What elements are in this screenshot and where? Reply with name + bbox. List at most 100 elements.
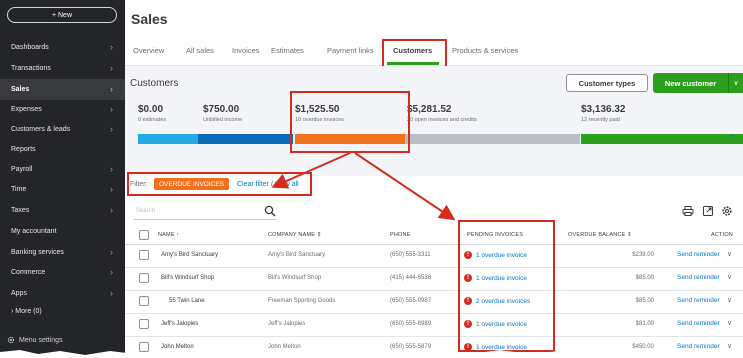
search-icon[interactable] (264, 205, 276, 217)
column-header-phone: PHONE (390, 232, 411, 238)
tab-products-services[interactable]: Products & services (452, 46, 518, 55)
stat-amount: $750.00 (203, 104, 240, 115)
tab-all-sales[interactable]: All sales (186, 46, 214, 55)
sidebar-item-my-accountant[interactable]: My accountant (0, 221, 125, 242)
highlight-box-overdue-stat (290, 91, 410, 153)
stat-amount: $5,281.52 (407, 104, 452, 115)
row-checkbox[interactable] (139, 273, 149, 283)
send-reminder-link[interactable]: Send reminder (677, 251, 720, 258)
sidebar-item-label: Apps (11, 290, 27, 297)
tab-invoices[interactable]: Invoices (232, 46, 260, 55)
table-row[interactable]: Jeff's Jalopies Jeff's Jalopies (650) 55… (125, 314, 743, 337)
chevron-right-icon: › (110, 84, 113, 94)
chevron-right-icon: › (110, 63, 113, 73)
tab-payment-links[interactable]: Payment links (327, 46, 374, 55)
company-name: Amy's Bird Sanctuary (268, 252, 326, 258)
chevron-down-icon[interactable]: ∨ (727, 296, 732, 304)
customer-name[interactable]: Amy's Bird Sanctuary (161, 252, 218, 258)
phone-number: (650) 555-0987 (390, 298, 432, 304)
chevron-right-icon: › (110, 184, 113, 194)
sidebar-item-banking-services[interactable]: Banking services › (0, 242, 125, 263)
column-header-overdue-balance[interactable]: OVERDUE BALANCE ⇕ (568, 232, 632, 238)
chevron-right-icon: › (110, 42, 113, 52)
sidebar-item-label: Commerce (11, 269, 46, 276)
sidebar-item-label: Expenses (11, 106, 42, 113)
chevron-down-icon[interactable]: ∨ (727, 250, 732, 258)
new-customer-button[interactable]: New customer (653, 73, 728, 93)
sidebar-item-payroll[interactable]: Payroll › (0, 159, 125, 180)
table-header: NAME ↑ COMPANY NAME ⇕ PHONE PENDING INVO… (125, 225, 743, 245)
sidebar-item-label: Banking services (11, 249, 64, 256)
table-row[interactable]: Bill's Windsurf Shop Bill's Windsurf Sho… (125, 268, 743, 291)
export-icon[interactable] (702, 205, 714, 217)
sidebar-item-label: Time (11, 186, 27, 193)
sidebar-item-sales[interactable]: Sales › (0, 79, 125, 100)
gear-icon[interactable] (721, 205, 733, 217)
sidebar-item-label: Dashboards (11, 44, 49, 51)
torn-edge (0, 350, 743, 358)
sidebar-item-time[interactable]: Time › (0, 179, 125, 200)
stat-unbilled-income[interactable]: $750.00 Unbilled income (203, 104, 242, 123)
sidebar-item-label: › More (0) (11, 308, 42, 315)
search-input[interactable]: Search (136, 208, 155, 214)
sidebar-item-label: Payroll (11, 166, 33, 173)
sidebar-item-commerce[interactable]: Commerce › (0, 262, 125, 283)
phone-number: (650) 555-3311 (390, 252, 431, 258)
stat-amount: $3,136.32 (581, 104, 626, 115)
overdue-balance: $239.00 (632, 252, 654, 258)
customer-name[interactable]: Bill's Windsurf Shop (161, 275, 214, 281)
customers-heading: Customers (130, 78, 179, 89)
collapse-caret-icon[interactable]: ^ (730, 133, 734, 142)
row-checkbox[interactable] (139, 296, 149, 306)
sidebar-item-expenses[interactable]: Expenses › (0, 99, 125, 120)
stat-estimates[interactable]: $0.00 0 estimates (138, 104, 166, 123)
chevron-down-icon[interactable]: ∨ (728, 73, 743, 93)
stat-label: Unbilled income (203, 117, 243, 123)
highlight-box-pending-invoices (458, 220, 555, 352)
send-reminder-link[interactable]: Send reminder (677, 297, 720, 304)
money-bar-estimates[interactable] (138, 134, 198, 144)
column-header-name[interactable]: NAME ↑ (158, 232, 179, 238)
phone-number: (650) 555-8989 (390, 321, 432, 327)
customer-name[interactable]: Jeff's Jalopies (161, 321, 198, 327)
money-bar-unbilled[interactable] (198, 134, 293, 144)
gear-icon (7, 336, 15, 344)
customer-types-button[interactable]: Customer types (566, 74, 648, 92)
sidebar-item-label: Reports (11, 146, 36, 153)
column-header-company[interactable]: COMPANY NAME ⇕ (268, 232, 322, 238)
menu-settings-link[interactable]: Menu settings (7, 336, 63, 344)
sidebar-item-taxes[interactable]: Taxes › (0, 200, 125, 221)
table-row[interactable]: 55 Twin Lane Freeman Sporting Goods (650… (125, 291, 743, 314)
chevron-right-icon: › (110, 247, 113, 257)
tab-estimates[interactable]: Estimates (271, 46, 304, 55)
sidebar-item-reports[interactable]: Reports (0, 139, 125, 160)
highlight-box-filter (127, 172, 312, 196)
table-row[interactable]: Amy's Bird Sanctuary Amy's Bird Sanctuar… (125, 245, 743, 268)
select-all-checkbox[interactable] (139, 230, 149, 240)
new-button[interactable]: + New (7, 7, 117, 23)
sidebar-item-customers-leads[interactable]: Customers & leads › (0, 119, 125, 140)
send-reminder-link[interactable]: Send reminder (677, 274, 720, 281)
chevron-down-icon[interactable]: ∨ (727, 319, 732, 327)
stat-label: 20 open invoices and credits (407, 117, 477, 123)
row-checkbox[interactable] (139, 319, 149, 329)
chevron-down-icon[interactable]: ∨ (727, 273, 732, 281)
money-bar-paid[interactable] (581, 134, 743, 144)
row-checkbox[interactable] (139, 250, 149, 260)
tab-overview[interactable]: Overview (133, 46, 164, 55)
sidebar-item-more[interactable]: › More (0) (0, 301, 125, 322)
stat-recently-paid[interactable]: $3,136.32 12 recently paid (581, 104, 626, 123)
customer-name[interactable]: 55 Twin Lane (169, 298, 205, 304)
sidebar-item-transactions[interactable]: Transactions › (0, 58, 125, 79)
overdue-balance: $85.00 (635, 298, 654, 304)
stat-open-invoices[interactable]: $5,281.52 20 open invoices and credits (407, 104, 477, 123)
chevron-right-icon: › (110, 205, 113, 215)
search-underline (134, 219, 276, 220)
customers-summary-panel: Customers Customer types New customer ∨ … (125, 66, 743, 176)
chevron-right-icon: › (110, 164, 113, 174)
print-icon[interactable] (682, 205, 694, 217)
sidebar-item-dashboards[interactable]: Dashboards › (0, 37, 125, 58)
send-reminder-link[interactable]: Send reminder (677, 320, 720, 327)
sidebar-item-label: Sales (11, 86, 30, 93)
money-bar-open[interactable] (405, 134, 580, 144)
